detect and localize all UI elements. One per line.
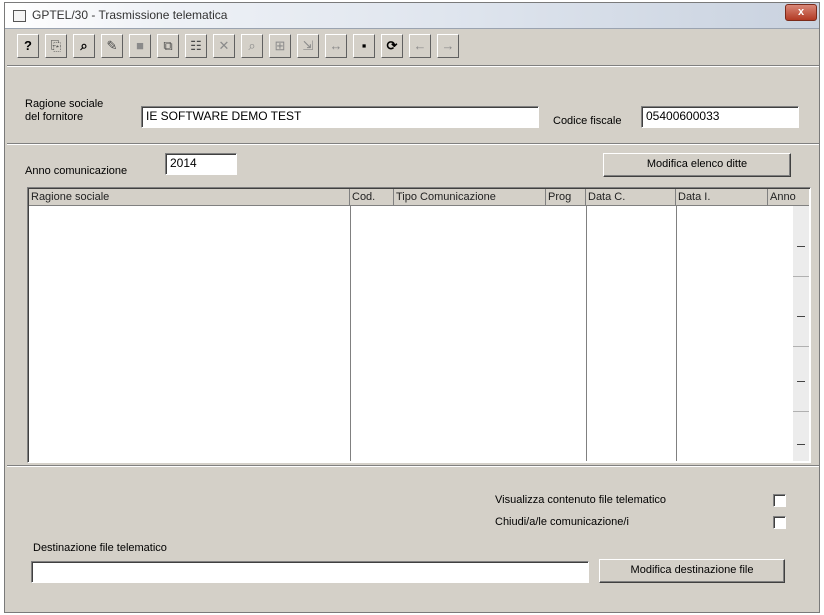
separator-bottom [7,465,819,467]
ragione-sociale-field[interactable]: IE SOFTWARE DEMO TEST [141,106,539,128]
separator-top [7,65,819,67]
filter-icon[interactable]: ⊞ [269,34,291,58]
ragione-sociale-label-line1: Ragione sociale [25,98,104,110]
main-window: GPTEL/30 - Trasmissione telematica x ? ⎘… [4,2,820,613]
help-icon[interactable]: ? [17,34,39,58]
chiudi-comunicazione-label: Chiudi/a/le comunicazione/i [495,516,629,528]
column-header-tipo-comunicazione[interactable]: Tipo Comunicazione [394,189,546,206]
window-title: GPTEL/30 - Trasmissione telematica [32,8,228,22]
column-header-ragione-sociale[interactable]: Ragione sociale [29,189,350,206]
scrollbar-marker [797,246,805,247]
scrollbar-divider [793,346,809,347]
scrollbar-marker [797,381,805,382]
print-preview-icon[interactable]: ⌕ [241,34,263,58]
app-window-icon [13,10,26,22]
column-header-prog[interactable]: Prog [546,189,586,206]
delete-icon[interactable]: ✕ [213,34,235,58]
refresh-icon[interactable]: ⟳ [381,34,403,58]
column-divider [350,206,351,461]
codice-fiscale-field[interactable]: 05400600033 [641,106,799,128]
binoculars-search-icon[interactable]: ⌕ [73,34,95,58]
modifica-elenco-ditte-button[interactable]: Modifica elenco ditte [603,153,791,177]
copy-icon[interactable]: ⧉ [157,34,179,58]
column-divider [586,206,587,461]
column-header-data-c[interactable]: Data C. [586,189,676,206]
new-record-icon[interactable]: ⎘ [45,34,67,58]
stop-icon[interactable]: ■ [129,34,151,58]
column-header-cod[interactable]: Cod. [350,189,394,206]
table-header: Ragione sociale Cod. Tipo Comunicazione … [29,189,809,206]
destinazione-file-field[interactable] [31,561,589,583]
scrollbar-divider [793,411,809,412]
scrollbar-marker [797,444,805,445]
scrollbar-divider [793,276,809,277]
title-bar[interactable]: GPTEL/30 - Trasmissione telematica x [5,3,819,29]
chiudi-comunicazione-checkbox[interactable] [773,516,786,529]
modifica-destinazione-file-button[interactable]: Modifica destinazione file [599,559,785,583]
anno-comunicazione-field[interactable]: 2014 [165,153,237,175]
close-button[interactable]: x [785,4,817,21]
codice-fiscale-label: Codice fiscale [553,115,622,127]
edit-icon[interactable]: ✎ [101,34,123,58]
column-header-data-i[interactable]: Data I. [676,189,768,206]
visualizza-contenuto-checkbox[interactable] [773,494,786,507]
next-arrow-icon[interactable]: → [437,34,459,58]
anno-comunicazione-label: Anno comunicazione [25,165,128,177]
save-icon[interactable]: ▪ [353,34,375,58]
scrollbar-marker [797,316,805,317]
destinazione-file-label: Destinazione file telematico [33,542,167,554]
column-header-anno[interactable]: Anno [768,189,812,206]
table-vertical-scrollbar[interactable] [793,206,809,461]
separator-middle [7,143,819,145]
toolbar: ? ⎘ ⌕ ✎ ■ ⧉ ☷ ✕ ⌕ ⊞ ⇲ ↔ ▪ ⟳ ← → [17,34,601,60]
comunicazioni-table[interactable]: Ragione sociale Cod. Tipo Comunicazione … [27,187,811,463]
export-icon[interactable]: ⇲ [297,34,319,58]
column-divider [676,206,677,461]
range-icon[interactable]: ↔ [325,34,347,58]
ragione-sociale-label-line2: del fornitore [25,111,84,123]
previous-arrow-icon[interactable]: ← [409,34,431,58]
list-icon[interactable]: ☷ [185,34,207,58]
visualizza-contenuto-label: Visualizza contenuto file telematico [495,494,667,506]
